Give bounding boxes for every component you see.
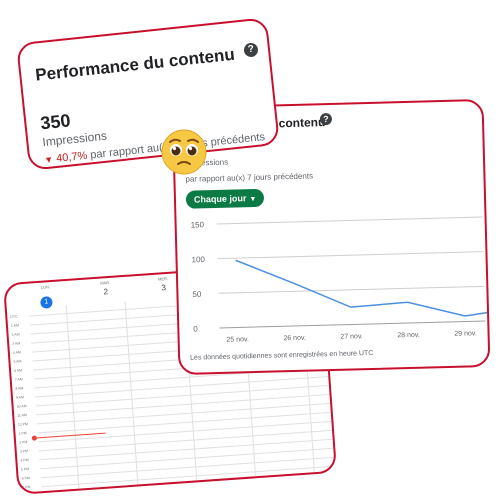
frequency-label: Chaque jour xyxy=(193,193,247,205)
y-tick-label: 100 xyxy=(191,255,205,264)
hour-label: 2 AM xyxy=(11,332,20,337)
hour-label: 5 PM xyxy=(20,467,30,472)
y-tick-label: 50 xyxy=(192,290,202,299)
hour-label: UTC xyxy=(10,314,18,319)
frequency-dropdown-button[interactable]: Chaque jour ▼ xyxy=(185,188,265,209)
day-number-today[interactable]: 1 xyxy=(40,296,53,309)
hour-label: 6 AM xyxy=(13,368,23,373)
line-chart: 0 50 100 150 25 nov. 26 nov. 27 nov. 28 nov. 29 … xyxy=(191,216,488,344)
chart-footnote: Les données quotidiennes sont enregistré… xyxy=(190,349,374,362)
hour-label: 1 AM xyxy=(10,323,20,328)
hour-label: 6 PM xyxy=(21,476,30,481)
hour-label: 3 PM xyxy=(19,449,29,454)
gridline xyxy=(217,251,484,260)
hour-label: 2 PM xyxy=(19,440,28,445)
x-tick-label: 28 nov. xyxy=(397,332,420,340)
day-divider xyxy=(65,305,80,489)
day-number[interactable]: 2 xyxy=(85,285,126,300)
x-tick-label: 26 nov. xyxy=(283,335,306,343)
hour-label: 3 AM xyxy=(12,341,21,346)
hour-label: 1 PM xyxy=(18,431,27,436)
caret-down-icon: ▼ xyxy=(249,195,257,204)
help-icon[interactable]: ? xyxy=(319,112,333,126)
help-icon[interactable]: ? xyxy=(243,42,259,58)
hour-label: 4 AM xyxy=(12,350,21,355)
x-tick-label: 29 nov. xyxy=(454,330,477,338)
hour-label: 7 AM xyxy=(14,377,23,382)
hour-label: 12 PM xyxy=(17,422,29,427)
gridline xyxy=(219,320,486,329)
hour-label: 7 PM xyxy=(22,485,31,490)
hour-labels: UTC 1 AM 2 AM 3 AM 4 AM 5 AM 6 AM 7 AM 8 AM 9 AM 1… xyxy=(7,314,30,489)
pleading-face-emoji-icon xyxy=(161,129,207,175)
summary-card: Performance du contenu ? 350 Impressions… xyxy=(16,17,280,171)
hour-gridline xyxy=(41,465,335,488)
gridline xyxy=(216,216,483,225)
x-tick-label: 27 nov. xyxy=(340,333,363,341)
calendar-day-1[interactable]: LUN. 1 xyxy=(25,283,67,310)
impressions-value: 350 xyxy=(39,110,72,134)
day-divider xyxy=(124,300,139,485)
hour-label: 8 AM xyxy=(15,386,24,391)
hour-label: 9 AM xyxy=(15,395,25,400)
hour-label: 11 AM xyxy=(17,413,28,418)
y-tick-label: 150 xyxy=(191,220,205,229)
impressions-series-line[interactable] xyxy=(235,254,488,322)
hour-label: 4 PM xyxy=(20,458,29,463)
change-percent: 40,7% xyxy=(55,149,88,165)
hour-label: 5 AM xyxy=(13,359,22,364)
gridline xyxy=(218,285,485,294)
hour-label: 10 AM xyxy=(16,404,27,409)
calendar-day-2[interactable]: MAR. 2 xyxy=(85,279,126,300)
summary-title: Performance du contenu xyxy=(34,44,236,85)
y-tick-label: 0 xyxy=(193,325,198,334)
x-tick-label: 25 nov. xyxy=(226,336,249,344)
down-arrow-icon: ▼ xyxy=(43,154,54,166)
